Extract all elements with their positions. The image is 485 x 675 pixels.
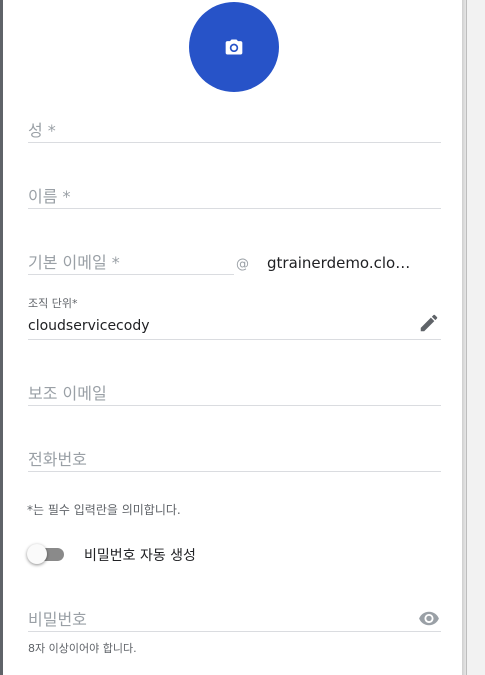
password-placeholder: 비밀번호 [28, 610, 87, 629]
last-name-field[interactable]: 성 * [28, 112, 441, 143]
phone-placeholder: 전화번호 [28, 450, 87, 469]
profile-photo-button[interactable] [189, 2, 279, 92]
auto-password-label: 비밀번호 자동 생성 [84, 548, 196, 564]
edit-org-unit-button[interactable] [418, 312, 440, 334]
pencil-icon [420, 314, 438, 332]
at-symbol: @ [236, 257, 249, 272]
auto-password-toggle[interactable] [27, 544, 65, 564]
right-scroll-edge [466, 0, 485, 675]
phone-field[interactable]: 전화번호 [28, 442, 441, 472]
first-name-field[interactable]: 이름 * [28, 178, 441, 209]
last-name-placeholder: 성 * [28, 121, 56, 140]
password-hint: 8자 이상이어야 합니다. [28, 642, 137, 655]
primary-email-placeholder: 기본 이메일 * [28, 253, 120, 272]
camera-icon [225, 39, 243, 55]
left-window-edge [0, 0, 3, 675]
required-note: *는 필수 입력란을 의미합니다. [27, 503, 181, 517]
email-domain: gtrainerdemo.clou… [267, 254, 417, 272]
toggle-thumb [27, 544, 47, 564]
secondary-email-placeholder: 보조 이메일 [28, 384, 107, 403]
eye-icon [419, 611, 439, 626]
primary-email-field[interactable]: 기본 이메일 * [28, 246, 234, 275]
org-unit-label: 조직 단위* [28, 297, 78, 310]
password-field[interactable]: 비밀번호 [28, 602, 441, 632]
first-name-placeholder: 이름 * [28, 187, 71, 206]
secondary-email-field[interactable]: 보조 이메일 [28, 376, 441, 406]
org-unit-value: cloudservicecody [28, 318, 150, 334]
org-unit-field: cloudservicecody [28, 312, 441, 340]
show-password-button[interactable] [418, 609, 440, 627]
